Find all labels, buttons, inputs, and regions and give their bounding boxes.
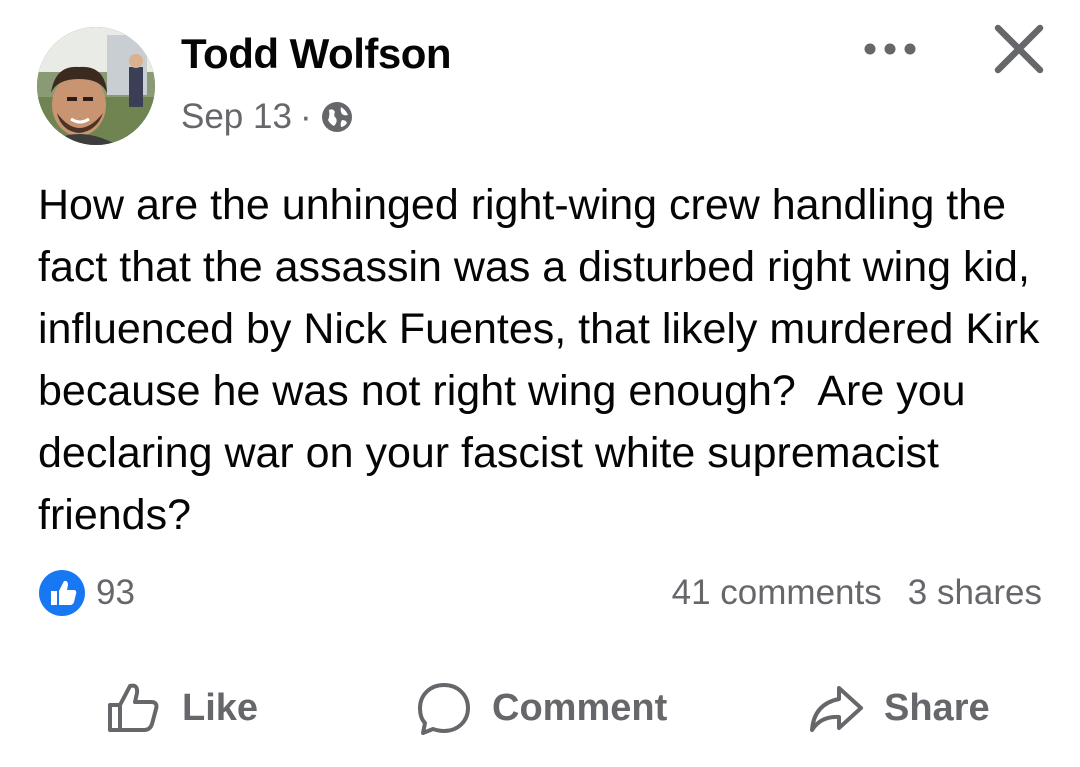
avatar-photo (37, 27, 155, 145)
post-card: Todd Wolfson Sep 13 · How are the unhing… (0, 0, 1080, 767)
comment-icon (418, 683, 470, 735)
like-button[interactable]: Like (104, 672, 258, 744)
comment-button[interactable]: Comment (414, 672, 667, 744)
share-button[interactable]: Share (806, 672, 990, 744)
action-bar: Like Comment Share (0, 672, 1080, 744)
meta-separator: · (299, 97, 312, 136)
thumbs-up-icon (108, 683, 159, 732)
globe-icon (321, 102, 352, 132)
more-options-icon[interactable] (860, 38, 920, 60)
author-name[interactable]: Todd Wolfson (181, 30, 452, 78)
reactions-summary[interactable]: 93 (38, 568, 135, 618)
reactions-count: 93 (96, 573, 135, 612)
shares-count[interactable]: 3 shares (908, 573, 1042, 613)
engagement-counts: 41 comments 3 shares (672, 568, 1042, 618)
post-date[interactable]: Sep 13 (181, 97, 292, 137)
comment-label: Comment (492, 686, 668, 729)
like-label: Like (182, 686, 259, 729)
share-arrow-icon (810, 686, 863, 732)
like-reaction-icon (39, 570, 85, 616)
post-text: How are the unhinged right-wing crew han… (38, 181, 1052, 539)
close-icon[interactable] (990, 20, 1048, 78)
comments-count[interactable]: 41 comments (672, 573, 882, 613)
share-label: Share (884, 686, 990, 729)
post-meta: Sep 13 · (181, 95, 354, 139)
avatar[interactable] (37, 27, 155, 145)
